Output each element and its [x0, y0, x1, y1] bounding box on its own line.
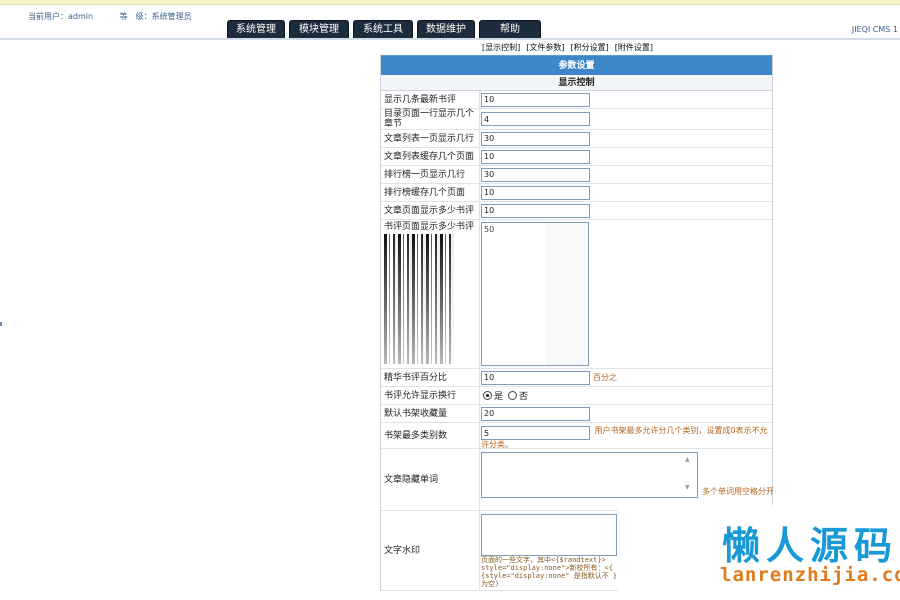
setting-row: 排行榜一页显示几行 [381, 166, 772, 184]
latest-reviews-input[interactable] [481, 92, 590, 107]
watermark-url: lanrenzhijia.com [720, 564, 900, 586]
list-rows-input[interactable] [481, 131, 590, 146]
setting-row: 文章页面显示多少书评 [381, 202, 772, 220]
setting-row: 目录页面一行显示几个章节 [381, 109, 772, 130]
setting-row: 书评页面显示多少书评 50 [381, 220, 772, 369]
radio-no[interactable] [508, 391, 518, 400]
setting-label: 文章隐藏单词 [381, 449, 480, 510]
setting-label: 文章列表一页显示几行 [381, 130, 480, 147]
watermark-tip: 页面的一些文字，其中<{$randtext}> style="display:n… [481, 556, 618, 588]
watermark-cn: 懒人源码 [722, 524, 899, 568]
review-page-label: 书评页面显示多少书评 [384, 222, 475, 232]
tab-system-tools[interactable]: 系统工具 [353, 20, 413, 38]
radio-no-label: 否 [519, 392, 529, 402]
top-strip [0, 0, 900, 5]
setting-label: 精华书评百分比 [381, 369, 480, 386]
setting-row: 文章隐藏单词 ▲ ▼ 多个单词用空格分开 [381, 449, 774, 511]
setting-label: 文章列表缓存几个页面 [381, 148, 480, 165]
rank-rows-input[interactable] [481, 167, 590, 182]
rank-cache-input[interactable] [481, 185, 590, 200]
panel-title: 参数设置 [381, 55, 772, 75]
hidden-words-textarea[interactable] [481, 452, 698, 498]
setting-row: 显示几条最新书评 [381, 91, 772, 109]
setting-row: 书架最多类别数 用户书架最多允许分几个类别，设置成0表示不允许分类。 [381, 423, 772, 449]
cms-version: JIEQI CMS 1 [851, 25, 898, 34]
setting-label: 书评允许显示换行 [381, 387, 480, 404]
article-reviews-input[interactable] [481, 203, 590, 218]
submenu-attachment-settings[interactable]: [附件设置] [615, 42, 653, 53]
radio-yes[interactable] [483, 391, 492, 400]
setting-row: 书评允许显示换行 是 否 [381, 387, 772, 405]
nav-divider [0, 38, 900, 40]
submenu-file-params[interactable]: [文件参数] [526, 42, 564, 53]
setting-row: 文章列表缓存几个页面 [381, 148, 772, 166]
submenu-points-settings[interactable]: [积分设置] [571, 42, 609, 53]
review-page-input[interactable]: 50 [481, 222, 589, 366]
user-info: 当前用户：admin 等 级：系统管理员 [28, 11, 192, 22]
watermark-textarea[interactable] [481, 514, 617, 556]
main-nav: 系统管理 模块管理 系统工具 数据维护 帮助 [227, 20, 541, 38]
setting-label: 排行榜缓存几个页面 [381, 184, 480, 201]
setting-label: 默认书架收藏量 [381, 405, 480, 422]
section-title: 显示控制 [381, 75, 772, 91]
setting-label: 显示几条最新书评 [381, 91, 480, 108]
setting-label: 目录页面一行显示几个章节 [381, 109, 480, 129]
essence-percent-input[interactable] [481, 370, 590, 385]
setting-row: 默认书架收藏量 [381, 405, 772, 423]
radio-yes-label: 是 [494, 392, 504, 402]
current-user: 当前用户：admin [28, 12, 94, 21]
list-cache-input[interactable] [481, 149, 590, 164]
setting-label: 文字水印 [381, 511, 480, 590]
tab-help[interactable]: 帮助 [479, 20, 541, 38]
setting-row: 排行榜缓存几个页面 [381, 184, 772, 202]
chapters-per-line-input[interactable] [481, 112, 590, 126]
tab-system-manage[interactable]: 系统管理 [227, 20, 285, 38]
setting-row: 文章列表一页显示几行 [381, 130, 772, 148]
setting-label: 文章页面显示多少书评 [381, 202, 480, 219]
tab-module-manage[interactable]: 模块管理 [289, 20, 349, 38]
site-watermark: 懒人源码 lanrenzhijia.com [618, 505, 900, 600]
tab-data-maintenance[interactable]: 数据维护 [417, 20, 475, 38]
shelf-default-input[interactable] [481, 406, 590, 421]
setting-label: 排行榜一页显示几行 [381, 166, 480, 183]
left-marker [0, 322, 2, 326]
render-artifact [384, 234, 454, 364]
setting-label: 书评页面显示多少书评 [381, 220, 480, 368]
shelf-max-input[interactable] [481, 426, 590, 440]
sub-menu: [显示控制] [文件参数] [积分设置] [附件设置] [482, 42, 653, 53]
user-level: 等 级：系统管理员 [119, 12, 192, 21]
submenu-display-control[interactable]: [显示控制] [482, 42, 520, 53]
setting-row: 精华书评百分比 百分之 [381, 369, 772, 387]
setting-label: 书架最多类别数 [381, 423, 480, 448]
hidden-words-tip: 多个单词用空格分开 [702, 487, 774, 496]
essence-unit: 百分之 [593, 372, 617, 382]
